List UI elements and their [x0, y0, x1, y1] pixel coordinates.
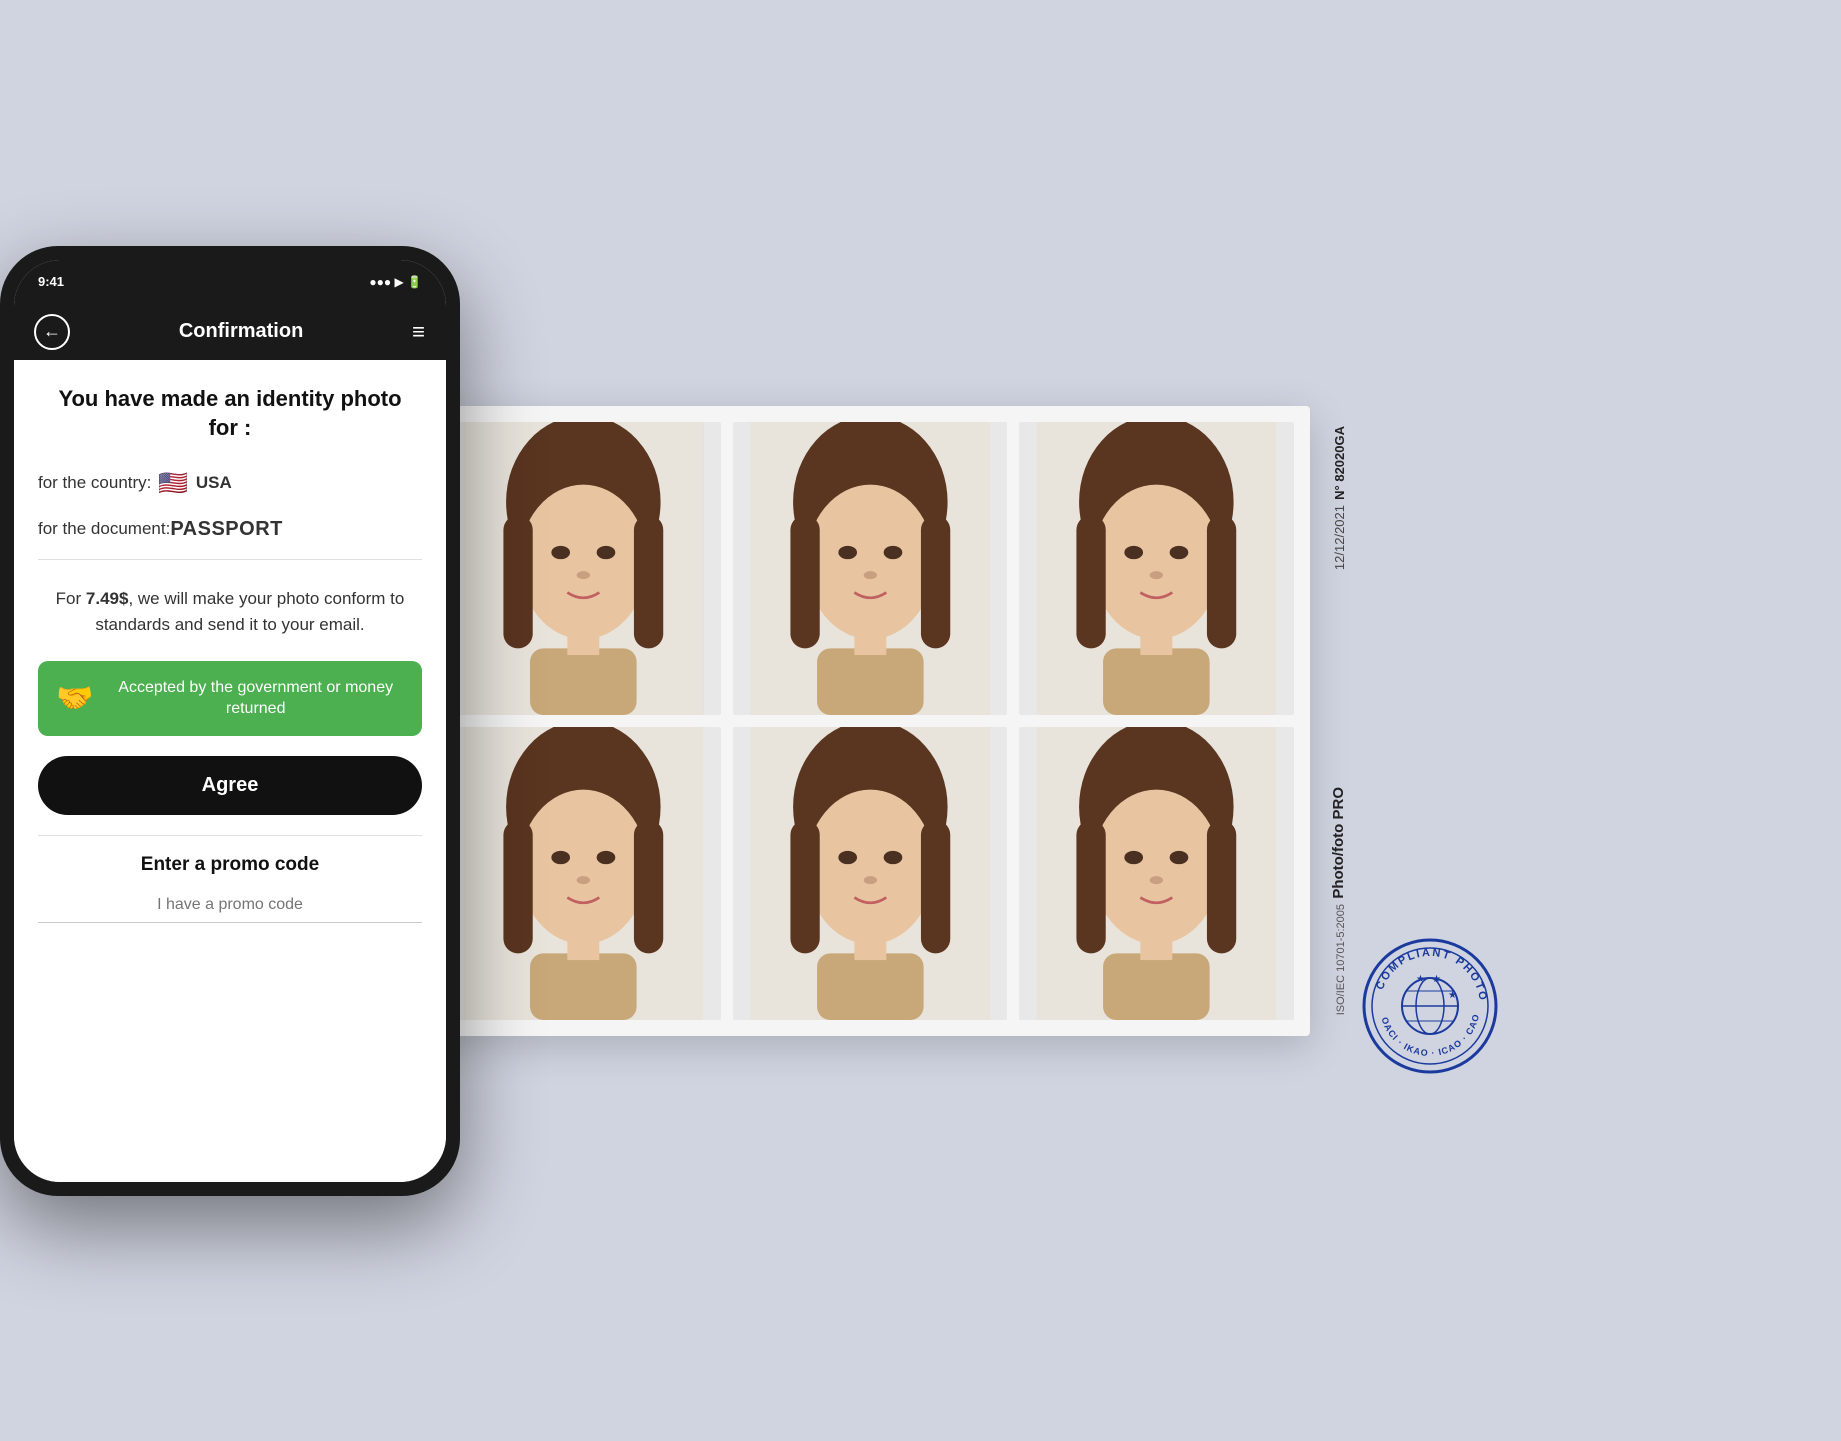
document-value: PASSPORT [170, 518, 283, 541]
screen-content: You have made an identity photo for : fo… [14, 360, 446, 1182]
country-label: for the country: [38, 473, 158, 493]
compliant-stamp: COMPLIANT PHOTOS OACI · IKAO · ICAO · CA… [1360, 936, 1500, 1081]
guarantee-text: Accepted by the government or money retu… [107, 677, 404, 720]
price-value: 7.49$ [86, 589, 129, 608]
price-text: For 7.49$, we will make your photo confo… [38, 568, 422, 653]
photo-cell-1 [446, 422, 721, 715]
promo-divider [38, 835, 422, 836]
agree-button[interactable]: Agree [38, 756, 422, 815]
back-icon: ← [43, 321, 61, 342]
promo-input[interactable] [38, 888, 422, 923]
svg-text:★: ★ [1448, 990, 1457, 1001]
country-flag: 🇺🇸 [158, 469, 188, 498]
photo-cell-6 [1019, 727, 1294, 1020]
headline: You have made an identity photo for : [38, 360, 422, 459]
phone-shell: 9:41 ●●● ▶ 🔋 ← Confirmation ≡ You have m… [0, 246, 460, 1196]
nav-bar: ← Confirmation ≡ [14, 304, 446, 360]
handshake-icon: 🤝 [56, 681, 93, 716]
time-display: 9:41 [38, 274, 64, 289]
svg-text:★: ★ [1416, 974, 1425, 985]
back-button[interactable]: ← [34, 314, 70, 350]
country-name: USA [196, 473, 232, 493]
svg-text:COMPLIANT PHOTOS: COMPLIANT PHOTOS [1360, 936, 1489, 1003]
photo-sheet [430, 406, 1310, 1036]
document-row: for the document: PASSPORT [38, 508, 422, 551]
guarantee-banner: 🤝 Accepted by the government or money re… [38, 661, 422, 736]
signal-icons: ●●● ▶ 🔋 [369, 275, 422, 289]
photo-cell-3 [1019, 422, 1294, 715]
country-value: 🇺🇸 USA [158, 469, 232, 498]
divider-1 [38, 559, 422, 560]
sheet-date: 12/12/2021 [1332, 505, 1347, 570]
sheet-number: N° 82020GA [1332, 426, 1347, 500]
menu-icon[interactable]: ≡ [412, 321, 426, 343]
sheet-iso: ISO/IEC 10701-5:2005 [1335, 904, 1347, 1015]
document-label: for the document: [38, 519, 170, 539]
svg-text:★: ★ [1432, 974, 1441, 985]
phone-notch [150, 260, 310, 288]
sheet-brand: Photo/foto PRO [1330, 787, 1347, 899]
price-text-before: For [56, 589, 86, 608]
country-row: for the country: 🇺🇸 USA [38, 459, 422, 508]
price-text-after: , we will make your photo conform to sta… [95, 589, 404, 634]
photo-cell-5 [733, 727, 1008, 1020]
photo-cell-2 [733, 422, 1008, 715]
nav-title: Confirmation [179, 320, 303, 343]
phone-screen: 9:41 ●●● ▶ 🔋 ← Confirmation ≡ You have m… [14, 260, 446, 1182]
promo-label: Enter a promo code [38, 854, 422, 876]
photo-cell-4 [446, 727, 721, 1020]
